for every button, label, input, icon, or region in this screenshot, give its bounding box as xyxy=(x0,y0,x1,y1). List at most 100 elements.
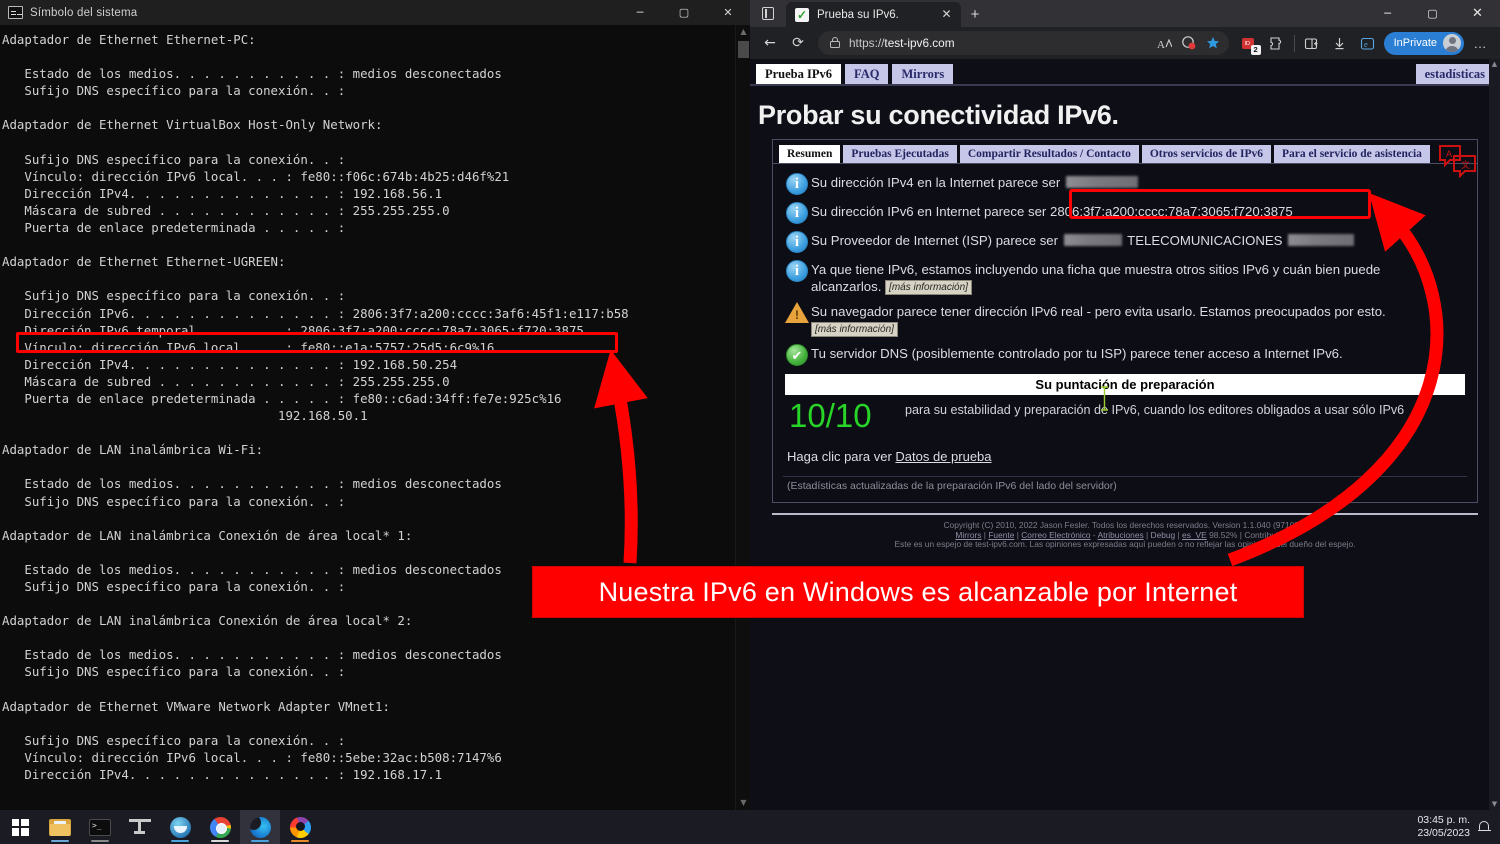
footer-link-atribuciones[interactable]: Atribuciones xyxy=(1098,530,1144,540)
panel-tab-strip: Resumen Pruebas Ejecutadas Compartir Res… xyxy=(773,140,1477,164)
console-icon xyxy=(8,6,23,19)
extensions-icon[interactable] xyxy=(1263,29,1291,57)
desktop-screen: Símbolo del sistema ─ ▢ ✕ Adaptador de E… xyxy=(0,0,1500,844)
site-tab-mirrors[interactable]: Mirrors xyxy=(892,64,954,84)
results-panel: Resumen Pruebas Ejecutadas Compartir Res… xyxy=(772,139,1478,503)
start-button[interactable] xyxy=(0,810,40,844)
command-prompt-title: Símbolo del sistema xyxy=(30,6,138,19)
scrollbar-thumb[interactable] xyxy=(738,41,749,58)
taskbar-blue-app[interactable] xyxy=(160,810,200,844)
site-tab-faq[interactable]: FAQ xyxy=(845,64,889,84)
browser-close-button[interactable]: ✕ xyxy=(1455,0,1500,27)
warning-text: Su navegador parece tener dirección IPv6… xyxy=(811,304,1386,319)
favicon-icon xyxy=(795,7,809,22)
maximize-button[interactable]: ▢ xyxy=(662,0,706,25)
annotation-callout: Nuestra IPv6 en Windows es alcanzable po… xyxy=(532,566,1304,618)
address-bar[interactable]: https://test-ipv6.com A xyxy=(818,31,1229,55)
console-output: Adaptador de Ethernet Ethernet-PC: Estad… xyxy=(2,32,629,783)
redacted-isp-suffix xyxy=(1288,234,1355,246)
browser-titlebar: Prueba su IPv6. ✕ + ─ ▢ ✕ xyxy=(750,0,1500,27)
footer-link-correo[interactable]: Correo Electrónico xyxy=(1021,530,1090,540)
scroll-up-icon[interactable]: ▲ xyxy=(736,25,750,39)
more-info-link[interactable]: [más información] xyxy=(885,280,972,295)
page-scrollbar[interactable]: ▲ ▼ xyxy=(1489,59,1500,810)
readiness-score: 10/10 xyxy=(789,397,872,434)
browser-maximize-button[interactable]: ▢ xyxy=(1410,0,1455,27)
downloads-icon[interactable] xyxy=(1326,29,1354,57)
tab-servicio-asistencia[interactable]: Para el servicio de asistencia xyxy=(1274,145,1430,163)
taskbar-tool-app[interactable] xyxy=(120,810,160,844)
read-aloud-icon[interactable]: A xyxy=(1153,31,1177,55)
taskbar-clock[interactable]: 03:45 p. m. 23/05/2023 xyxy=(1417,814,1476,840)
ipv4-label: Su dirección IPv4 en la Internet parece … xyxy=(811,175,1061,190)
isp-name: TELECOMUNICACIONES xyxy=(1127,233,1283,248)
favorite-star-icon[interactable] xyxy=(1201,31,1225,55)
svg-text:A: A xyxy=(1446,149,1452,159)
split-screen-icon[interactable] xyxy=(1298,29,1326,57)
site-navigation: Prueba IPv6 FAQ Mirrors estadísticas xyxy=(750,59,1500,86)
score-banner: Su puntación de preparación xyxy=(785,374,1465,395)
browser-tab[interactable]: Prueba su IPv6. ✕ xyxy=(786,2,961,27)
taskbar-file-explorer[interactable] xyxy=(40,810,80,844)
info-icon xyxy=(783,259,811,282)
edge-browser-window: Prueba su IPv6. ✕ + ─ ▢ ✕ ← ⟳ https://te… xyxy=(750,0,1500,810)
lock-icon xyxy=(829,36,841,50)
web-page-viewport: Prueba IPv6 FAQ Mirrors estadísticas Pro… xyxy=(750,59,1500,810)
taskbar-microsoft-edge[interactable] xyxy=(240,810,280,844)
more-options-icon[interactable]: … xyxy=(1466,29,1494,57)
taskbar: 03:45 p. m. 23/05/2023 xyxy=(0,810,1500,844)
result-row-text: Ya que tiene IPv6, estamos incluyendo un… xyxy=(811,259,1431,295)
shopping-icon[interactable] xyxy=(1177,31,1201,55)
test-data-link[interactable]: Datos de prueba xyxy=(895,449,991,464)
clock-time: 03:45 p. m. xyxy=(1417,814,1470,826)
back-icon[interactable]: ← xyxy=(756,29,784,57)
page-scroll-down-icon[interactable]: ▼ xyxy=(1489,799,1500,810)
url-host: test-ipv6.com xyxy=(884,36,955,50)
ipv6-value: 2806:3f7:a200:cccc:78a7:3065:f720:3875 xyxy=(1049,204,1293,219)
close-button[interactable]: ✕ xyxy=(706,0,750,25)
svg-text:ID: ID xyxy=(1245,41,1251,47)
page-footer: Copyright (C) 2010, 2022 Jason Fesler. T… xyxy=(772,513,1478,550)
tab-otros-servicios[interactable]: Otros servicios de IPv6 xyxy=(1141,145,1272,163)
tab-actions-icon[interactable] xyxy=(750,0,786,27)
site-tab-prueba-ipv6[interactable]: Prueba IPv6 xyxy=(756,64,842,84)
toolbar-divider xyxy=(1293,34,1295,52)
tab-resumen[interactable]: Resumen xyxy=(779,145,841,163)
taskbar-google-chrome[interactable] xyxy=(200,810,240,844)
console-scrollbar[interactable]: ▲ ▼ xyxy=(735,25,750,810)
footer-link-debug[interactable]: Debug xyxy=(1151,530,1176,540)
info-icon xyxy=(783,201,811,224)
result-row-dns: Tu servidor DNS (posiblemente controlado… xyxy=(783,343,1467,366)
browser-minimize-button[interactable]: ─ xyxy=(1365,0,1410,27)
footer-locale-percent: 98.52% xyxy=(1209,529,1238,540)
statistics-link[interactable]: estadísticas xyxy=(1415,64,1494,84)
footer-contribute: Contribuir en: xyxy=(1244,529,1295,540)
avatar xyxy=(1443,34,1461,52)
inprivate-profile-button[interactable]: InPrivate xyxy=(1383,31,1464,55)
footer-link-locale[interactable]: es_VE xyxy=(1182,530,1207,540)
score-description: para su estabilidad y preparación de IPv… xyxy=(905,403,1405,417)
browser-toolbar: ← ⟳ https://test-ipv6.com A ID 2 e InPri… xyxy=(750,27,1500,59)
reload-icon[interactable]: ⟳ xyxy=(784,29,812,57)
new-tab-button[interactable]: + xyxy=(961,2,989,27)
tab-pruebas-ejecutadas[interactable]: Pruebas Ejecutadas xyxy=(843,145,957,163)
footer-link-fuente[interactable]: Fuente xyxy=(988,530,1014,540)
notifications-icon[interactable] xyxy=(1476,819,1492,835)
browser-essentials-icon[interactable]: e xyxy=(1354,29,1382,57)
tab-close-icon[interactable]: ✕ xyxy=(938,6,955,23)
tab-compartir-resultados[interactable]: Compartir Resultados / Contacto xyxy=(959,145,1139,163)
clock-date: 23/05/2023 xyxy=(1417,827,1470,839)
scroll-down-icon[interactable]: ▼ xyxy=(736,796,750,810)
result-row-text: Tu servidor DNS (posiblemente controlado… xyxy=(811,346,1343,361)
info-icon xyxy=(783,230,811,253)
svg-text:A: A xyxy=(1157,39,1165,50)
taskbar-mozilla-firefox[interactable] xyxy=(280,810,320,844)
minimize-button[interactable]: ─ xyxy=(618,0,662,25)
warning-icon xyxy=(783,301,811,323)
page-scroll-up-icon[interactable]: ▲ xyxy=(1489,59,1500,70)
annotation-callout-text: Nuestra IPv6 en Windows es alcanzable po… xyxy=(598,576,1238,607)
taskbar-command-prompt[interactable] xyxy=(80,810,120,844)
more-info-link[interactable]: [más información] xyxy=(811,322,898,337)
footer-link-mirrors[interactable]: Mirrors xyxy=(955,530,981,540)
collections-icon[interactable]: ID 2 xyxy=(1235,29,1263,57)
